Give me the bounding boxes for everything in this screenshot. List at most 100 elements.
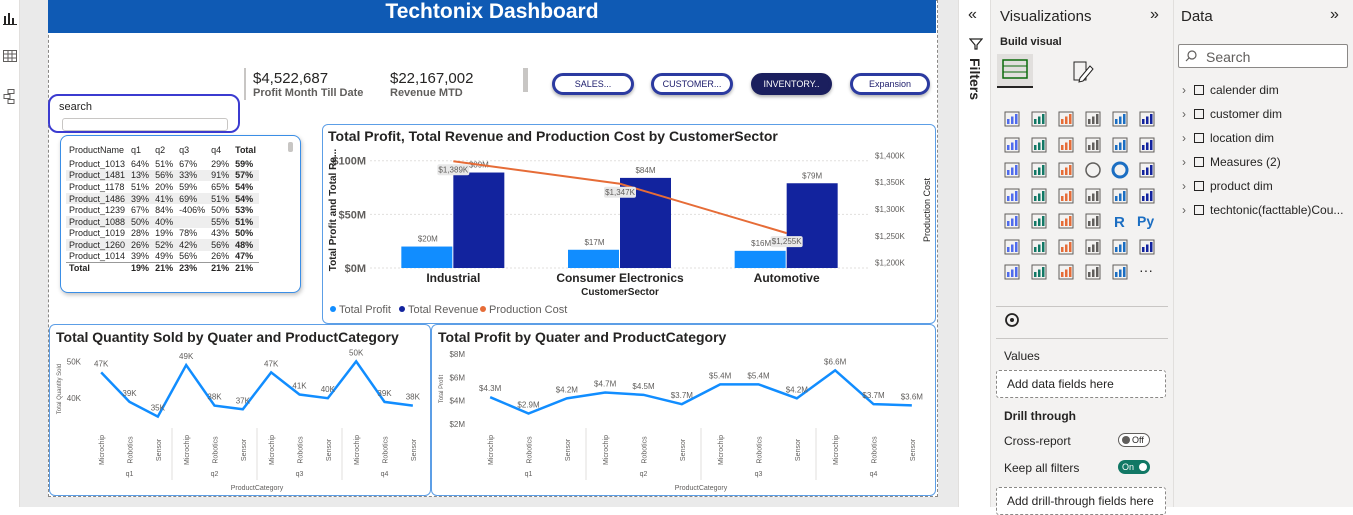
report-view-icon[interactable] xyxy=(2,10,18,26)
chevron-right-icon[interactable]: › xyxy=(1182,203,1192,217)
donut-icon[interactable] xyxy=(1110,160,1130,180)
matrix-icon[interactable] xyxy=(1083,211,1103,231)
area-icon[interactable] xyxy=(1029,135,1049,155)
filters-pane-collapsed[interactable]: « Filters xyxy=(958,0,990,507)
table-row[interactable]: Product_1486 39% 41% 69% 51% 54% xyxy=(66,192,259,205)
map-icon[interactable] xyxy=(1002,186,1022,206)
column-header[interactable]: Total xyxy=(232,142,259,158)
chevron-right-icon[interactable]: › xyxy=(1182,179,1192,193)
data-table-item[interactable]: › Measures (2) xyxy=(1182,155,1281,169)
multi-row-card-icon[interactable] xyxy=(1137,186,1157,206)
table-row[interactable]: Product_1019 28% 19% 78% 43% 50% xyxy=(66,228,259,240)
arcgis-icon[interactable] xyxy=(1083,262,1103,282)
azure-map-icon[interactable] xyxy=(1056,186,1076,206)
chevron-right-icon[interactable]: › xyxy=(1182,131,1192,145)
data-search-input[interactable]: Search xyxy=(1178,44,1348,68)
table-row[interactable]: Product_1481 13% 56% 33% 91% 57% xyxy=(66,169,259,182)
build-visual-tab[interactable] xyxy=(997,54,1033,88)
chevron-right-icon[interactable]: › xyxy=(1182,83,1192,97)
format-visual-icon[interactable] xyxy=(1068,58,1096,86)
card-icon[interactable] xyxy=(1110,186,1130,206)
chevron-icon[interactable] xyxy=(1110,262,1130,282)
funnel-icon[interactable] xyxy=(1029,160,1049,180)
key-influencers-icon[interactable] xyxy=(1002,237,1022,257)
collapse-left-icon[interactable]: « xyxy=(968,6,977,24)
customer-nav-button[interactable]: CUSTOMER... xyxy=(651,73,733,95)
qa-icon[interactable] xyxy=(1056,237,1076,257)
r-visual-icon[interactable]: R xyxy=(1110,211,1130,231)
scatter-icon[interactable] xyxy=(1056,160,1076,180)
data-table-item[interactable]: › calender dim xyxy=(1182,83,1279,97)
clustered-column-icon[interactable] xyxy=(1083,109,1103,129)
sales-nav-button[interactable]: SALES... xyxy=(552,73,634,95)
column-header[interactable]: ProductName xyxy=(66,142,128,158)
chevron-right-icon[interactable]: › xyxy=(1182,107,1192,121)
table-scrollbar[interactable] xyxy=(288,142,293,152)
data-table-item[interactable]: › techtonic(facttable)Cou... xyxy=(1182,203,1343,217)
data-table-name: product dim xyxy=(1210,179,1273,193)
power-automate-icon[interactable] xyxy=(1029,262,1049,282)
cross-report-toggle[interactable]: Off xyxy=(1118,433,1150,447)
metrics-icon[interactable] xyxy=(1056,262,1076,282)
table-row[interactable]: Product_1088 50% 40% 55% 51% xyxy=(66,215,259,228)
expansion-nav-button[interactable]: Expansion xyxy=(850,73,930,95)
waterfall-icon[interactable] xyxy=(1002,160,1022,180)
more-icon[interactable]: ··· xyxy=(1137,262,1157,282)
inventory-nav-button[interactable]: INVENTORY.. xyxy=(751,73,832,95)
expand-right-icon[interactable]: » xyxy=(1330,6,1339,24)
x-tick-label: Sensor xyxy=(565,438,572,461)
data-table-item[interactable]: › location dim xyxy=(1182,131,1274,145)
model-view-icon[interactable] xyxy=(2,88,18,104)
100-bar-icon[interactable] xyxy=(1110,109,1130,129)
stacked-bar-icon[interactable] xyxy=(1002,109,1022,129)
slicer-icon[interactable] xyxy=(1029,211,1049,231)
line-icon[interactable] xyxy=(1002,135,1022,155)
trophy-icon[interactable] xyxy=(1110,237,1130,257)
kpi-profit: $4,522,687 Profit Month Till Date xyxy=(253,70,363,99)
ribbon-icon[interactable] xyxy=(1137,135,1157,155)
clustered-bar-icon[interactable] xyxy=(1056,109,1076,129)
gauge-icon[interactable] xyxy=(1083,186,1103,206)
column-header[interactable]: q1 xyxy=(128,142,152,158)
table-view-icon[interactable] xyxy=(2,48,18,64)
table-row[interactable]: Product_1178 51% 20% 59% 65% 54% xyxy=(66,181,259,193)
paginated-icon[interactable] xyxy=(1137,237,1157,257)
stacked-column-icon[interactable] xyxy=(1029,109,1049,129)
python-visual-icon[interactable]: Py xyxy=(1137,211,1157,231)
pie-icon[interactable] xyxy=(1083,160,1103,180)
column-header[interactable]: q4 xyxy=(208,142,232,158)
stacked-area-icon[interactable] xyxy=(1056,135,1076,155)
data-table-item[interactable]: › customer dim xyxy=(1182,107,1282,121)
decomposition-tree-icon[interactable] xyxy=(1029,237,1049,257)
column-header[interactable]: q2 xyxy=(152,142,176,158)
table-row[interactable]: Product_1260 26% 52% 42% 56% 48% xyxy=(66,239,259,251)
table-icon[interactable] xyxy=(1056,211,1076,231)
table-row[interactable]: Product_1013 64% 51% 67% 29% 59% xyxy=(66,158,259,170)
analytics-search-icon[interactable] xyxy=(1004,312,1020,328)
chevron-right-icon[interactable]: › xyxy=(1182,155,1192,169)
expand-right-icon[interactable]: » xyxy=(1150,6,1159,24)
line-column-icon[interactable] xyxy=(1083,135,1103,155)
table-cell: 56% xyxy=(208,239,233,251)
narrative-icon[interactable] xyxy=(1083,237,1103,257)
column-header[interactable]: q3 xyxy=(176,142,208,158)
100-column-icon[interactable] xyxy=(1137,109,1157,129)
line-clustered-icon[interactable] xyxy=(1110,135,1130,155)
filled-map-icon[interactable] xyxy=(1029,186,1049,206)
search-slicer-input[interactable] xyxy=(62,118,228,131)
values-drop-zone[interactable]: Add data fields here xyxy=(996,370,1166,398)
kpi-icon[interactable] xyxy=(1002,211,1022,231)
table-row[interactable]: Product_1239 67% 84% -406% 50% 53% xyxy=(66,204,259,216)
data-pane-title: Data xyxy=(1181,8,1213,25)
power-apps-icon[interactable] xyxy=(1002,262,1022,282)
search-slicer[interactable]: search xyxy=(48,94,240,133)
table-cell: 69% xyxy=(176,192,209,205)
filters-label[interactable]: Filters xyxy=(967,58,983,100)
table-cell: 91% xyxy=(208,169,233,182)
data-label: 40K xyxy=(321,385,336,394)
keep-filters-toggle[interactable]: On xyxy=(1118,460,1150,474)
treemap-icon[interactable] xyxy=(1137,160,1157,180)
drill-through-drop-zone[interactable]: Add drill-through fields here xyxy=(996,487,1166,515)
data-table-item[interactable]: › product dim xyxy=(1182,179,1273,193)
table-row[interactable]: Product_1014 39% 49% 56% 26% 47% xyxy=(66,251,259,263)
